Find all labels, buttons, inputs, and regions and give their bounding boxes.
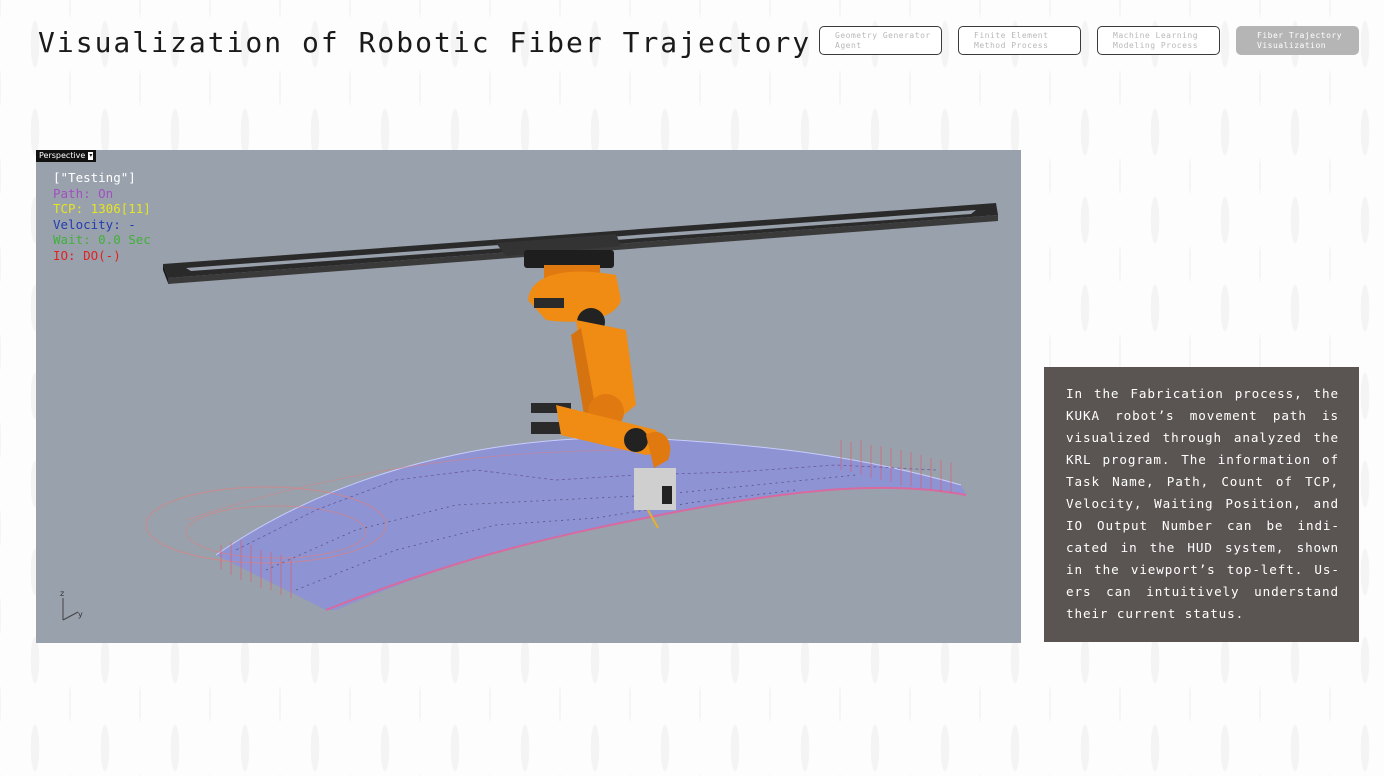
page-title: Visualization of Robotic Fiber Trajector… <box>38 26 812 59</box>
tab-label-line2: Method Process <box>974 41 1049 50</box>
axis-z-label: z <box>60 589 64 598</box>
description-text: In the Fabrication process, the KUKA rob… <box>1066 386 1339 621</box>
hud-task: ["Testing"] <box>53 170 136 185</box>
robot-scene: z y <box>60 203 998 621</box>
tab-label-line1: Geometry Generator <box>835 31 931 40</box>
chevron-down-icon[interactable]: ▾ <box>88 152 94 160</box>
tab-label-line2: Visualization <box>1257 41 1327 50</box>
rhino-viewport[interactable]: z y Perspective ▾ ["Testing"] Path: On T… <box>36 150 1021 643</box>
hud-panel: ["Testing"] Path: On TCP: 1306[11] Veloc… <box>53 170 151 263</box>
tab-label-line1: Machine Learning <box>1113 31 1199 40</box>
tab-label-line1: Finite Element <box>974 31 1049 40</box>
hud-tcp: TCP: 1306[11] <box>53 201 151 216</box>
tab-fiber-trajectory[interactable]: Fiber Trajectory Visualization <box>1236 26 1359 55</box>
axis-y-label: y <box>78 610 83 619</box>
tab-geometry-generator[interactable]: Geometry Generator Agent <box>819 26 942 55</box>
hud-io: IO: DO(-) <box>53 247 121 263</box>
tab-machine-learning[interactable]: Machine Learning Modeling Process <box>1097 26 1220 55</box>
viewport-tab[interactable]: Perspective ▾ <box>36 150 97 162</box>
hud-wait: Wait: 0.0 Sec <box>53 232 151 247</box>
viewport-tab-label: Perspective <box>39 151 86 160</box>
axis-gizmo <box>62 598 79 621</box>
description-panel: In the Fabrication process, the KUKA rob… <box>1044 367 1359 642</box>
top-navigation: Geometry Generator Agent Finite Element … <box>819 26 1360 57</box>
hud-velocity: Velocity: - <box>53 216 136 232</box>
tab-finite-element[interactable]: Finite Element Method Process <box>958 26 1081 55</box>
hud-path: Path: On <box>53 185 114 201</box>
tab-label-line1: Fiber Trajectory <box>1257 31 1343 40</box>
tab-label-line2: Modeling Process <box>1113 41 1199 50</box>
fiber-surface <box>145 437 967 611</box>
tab-label-line2: Agent <box>835 41 862 50</box>
